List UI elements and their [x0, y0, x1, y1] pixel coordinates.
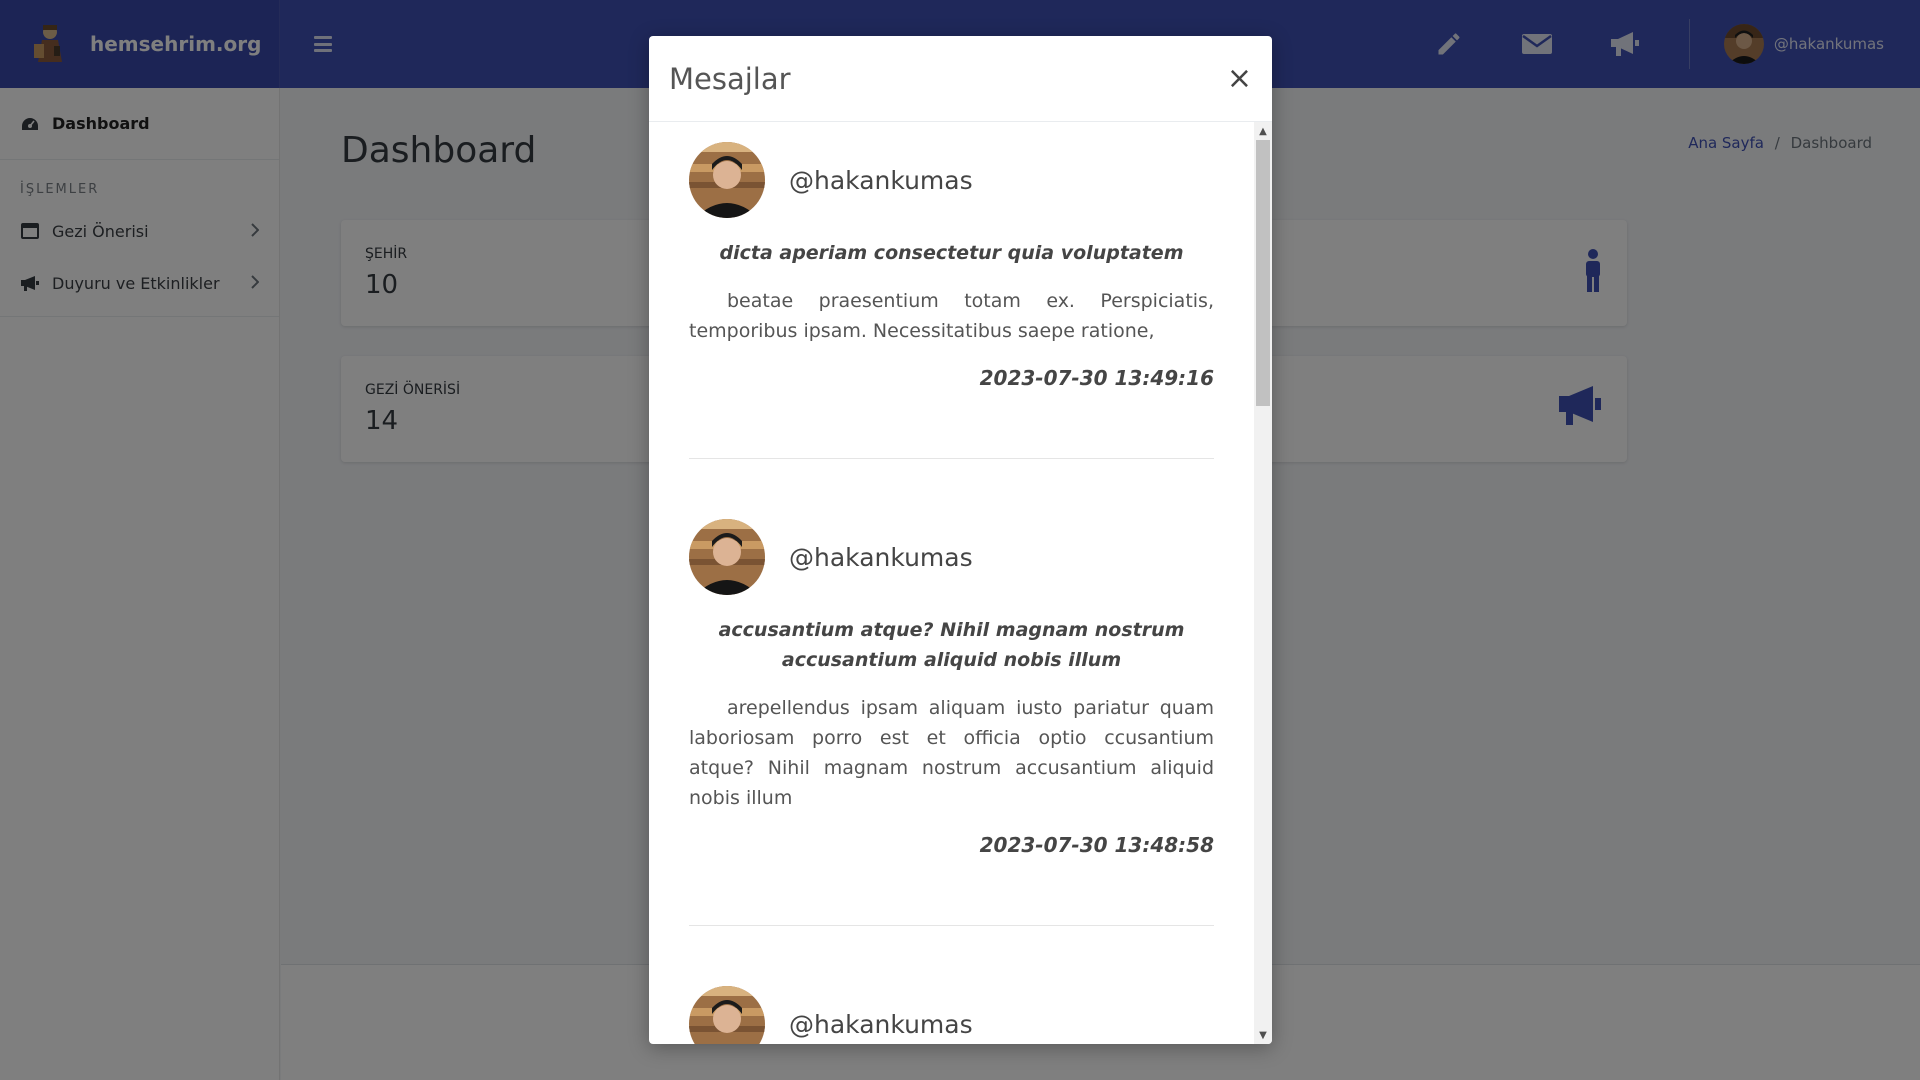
avatar	[689, 986, 765, 1044]
messages-modal: Mesajlar × @hakankumas dicta aperiam con…	[649, 36, 1272, 1044]
message-item: @hakankumas dicta aperiam consectetur qu…	[689, 122, 1214, 459]
message-subject: dicta aperiam consectetur quia voluptate…	[719, 242, 1184, 264]
scroll-thumb[interactable]	[1256, 140, 1270, 406]
scroll-up-arrow-icon[interactable]: ▲	[1254, 122, 1272, 140]
message-text: arepellendus ipsam aliquam iusto pariatu…	[689, 697, 1214, 809]
message-subject: accusantium atque? Nihil magnam nostrum …	[718, 619, 1185, 671]
avatar	[689, 142, 765, 218]
modal-header: Mesajlar ×	[649, 36, 1272, 122]
modal-scrollbar[interactable]: ▲ ▼	[1254, 122, 1272, 1044]
scroll-down-arrow-icon[interactable]: ▼	[1254, 1026, 1272, 1044]
message-username: @hakankumas	[789, 1009, 973, 1039]
message-date: 2023-07-30 13:49:16	[979, 366, 1214, 390]
message-username: @hakankumas	[789, 165, 973, 195]
close-icon[interactable]: ×	[1227, 63, 1252, 94]
modal-body[interactable]: @hakankumas dicta aperiam consectetur qu…	[649, 122, 1254, 1044]
message-divider	[689, 458, 1214, 459]
message-divider	[689, 925, 1214, 926]
message-item: @hakankumas accusantium atque? Nihil mag…	[689, 519, 1214, 926]
avatar	[689, 519, 765, 595]
modal-title: Mesajlar	[669, 61, 791, 96]
message-text: beatae praesentium totam ex. Perspiciati…	[689, 290, 1214, 342]
message-username: @hakankumas	[789, 542, 973, 572]
message-item: @hakankumas	[689, 986, 1214, 1044]
message-date: 2023-07-30 13:48:58	[979, 833, 1214, 857]
